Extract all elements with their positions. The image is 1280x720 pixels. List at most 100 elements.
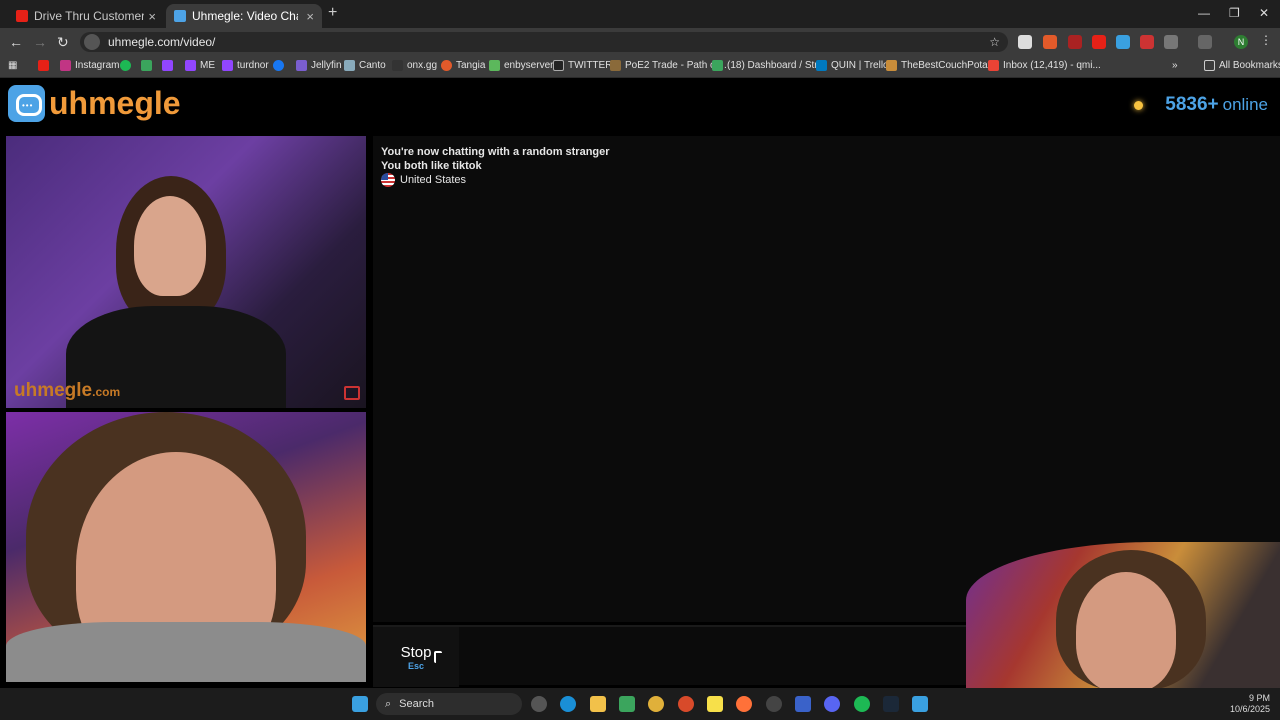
close-window-icon[interactable]: ✕ bbox=[1259, 6, 1269, 20]
youtube-icon bbox=[16, 10, 28, 22]
extension-youtube-icon[interactable] bbox=[1092, 35, 1106, 49]
dashboard-icon bbox=[712, 60, 723, 71]
bookmark-onxgg[interactable]: onx.gg bbox=[392, 60, 437, 71]
video-watermark: uhmegle.com bbox=[14, 380, 120, 402]
status-dot-icon bbox=[1134, 100, 1144, 110]
restore-icon[interactable]: ❐ bbox=[1229, 6, 1240, 20]
close-tab-icon[interactable]: × bbox=[148, 9, 156, 24]
country-name: United States bbox=[400, 174, 467, 186]
system-clock[interactable]: 9 PM 10/6/2025 bbox=[1230, 693, 1270, 715]
edge-icon[interactable] bbox=[560, 696, 576, 712]
browser-tab-bar: Drive Thru Customers are Getti × Uhmegle… bbox=[0, 0, 1280, 28]
search-label: Search bbox=[399, 698, 435, 710]
watermark-suffix: .com bbox=[92, 385, 121, 399]
bookmark-enbyserver[interactable]: enbyserver bbox=[489, 60, 553, 71]
bookmark-trello[interactable]: QUIN | Trello bbox=[816, 60, 889, 71]
bookmark-tangia[interactable]: Tangia bbox=[441, 60, 485, 71]
stranger-face bbox=[134, 196, 206, 296]
extension-blue-icon[interactable] bbox=[1116, 35, 1130, 49]
bookmark-instagram[interactable]: Instagram bbox=[60, 60, 119, 71]
back-icon[interactable]: ← bbox=[9, 34, 23, 50]
trello-icon bbox=[816, 60, 827, 71]
all-bookmarks-folder[interactable]: All Bookmarks bbox=[1204, 60, 1280, 71]
apps-grid-icon[interactable]: ▦ bbox=[8, 60, 17, 71]
bookmark-dashboard[interactable]: (18) Dashboard / Str... bbox=[712, 60, 825, 71]
address-text: uhmegle.com/video/ bbox=[108, 35, 216, 49]
forward-icon[interactable]: → bbox=[33, 34, 47, 50]
extensions-puzzle-icon[interactable] bbox=[1164, 35, 1178, 49]
extension-k-icon[interactable] bbox=[1018, 35, 1032, 49]
app-play-icon[interactable] bbox=[619, 696, 635, 712]
bookmark-turdnor[interactable]: turdnor bbox=[222, 60, 269, 71]
notepad-icon[interactable] bbox=[912, 696, 928, 712]
us-flag-icon bbox=[381, 173, 395, 187]
youtube-icon bbox=[38, 60, 49, 71]
overlay-face bbox=[1076, 572, 1176, 688]
bookmark-label: All Bookmarks bbox=[1219, 60, 1280, 71]
extension-tp-icon[interactable] bbox=[1140, 35, 1154, 49]
bookmark-label: QUIN | Trello bbox=[831, 60, 889, 71]
bookmark-twitch[interactable] bbox=[162, 60, 177, 71]
stranger-video: uhmegle.com bbox=[6, 136, 366, 408]
folder-icon bbox=[1204, 60, 1215, 71]
extension-fox-icon[interactable] bbox=[1043, 35, 1057, 49]
bookmark-label: Tangia bbox=[456, 60, 486, 71]
steam-icon[interactable] bbox=[883, 696, 899, 712]
report-flag-icon[interactable] bbox=[344, 386, 360, 400]
discord-icon[interactable] bbox=[824, 696, 840, 712]
bookmark-me[interactable]: ME bbox=[185, 60, 215, 71]
extension-red-icon[interactable] bbox=[1068, 35, 1082, 49]
bookmark-facebook[interactable] bbox=[273, 60, 288, 71]
bookmark-couchpotato[interactable]: TheBestCouchPotat... bbox=[886, 60, 999, 71]
bookmark-spotify[interactable] bbox=[120, 60, 135, 71]
tab-youtube[interactable]: Drive Thru Customers are Getti × bbox=[8, 4, 164, 28]
bookmark-poe2[interactable]: PoE2 Trade - Path of... bbox=[610, 60, 727, 71]
self-video bbox=[6, 412, 366, 682]
couchpotato-icon bbox=[886, 60, 897, 71]
app-dark-icon[interactable] bbox=[766, 696, 782, 712]
spotify-icon[interactable] bbox=[854, 696, 870, 712]
reload-icon[interactable]: ↻ bbox=[57, 34, 69, 51]
bookmark-green[interactable] bbox=[141, 60, 156, 71]
twitch-icon bbox=[222, 60, 233, 71]
task-view-icon[interactable] bbox=[531, 696, 547, 712]
app-blue-icon[interactable] bbox=[795, 696, 811, 712]
self-shirt bbox=[6, 622, 366, 682]
close-tab-icon[interactable]: × bbox=[306, 9, 314, 24]
address-bar[interactable]: uhmegle.com/video/ ☆ bbox=[80, 32, 1008, 52]
site-logo[interactable]: ••• uhmegle bbox=[8, 85, 181, 122]
sidepanel-icon[interactable] bbox=[1198, 35, 1212, 49]
bookmark-canto[interactable]: Canto bbox=[344, 60, 386, 71]
bookmark-star-icon[interactable]: ☆ bbox=[989, 35, 1000, 49]
bookmark-jellyfin[interactable]: Jellyfin bbox=[296, 60, 342, 71]
tab-title: Uhmegle: Video Chat | Ome bbox=[192, 9, 298, 23]
sticky-notes-icon[interactable] bbox=[707, 696, 723, 712]
bookmark-label: TWITTER bbox=[568, 60, 613, 71]
stop-button[interactable]: Stop Esc bbox=[373, 627, 459, 687]
profile-avatar[interactable]: N bbox=[1234, 35, 1248, 49]
bookmark-youtube[interactable] bbox=[38, 60, 53, 71]
bookmark-label: ME bbox=[200, 60, 215, 71]
firefox-icon[interactable] bbox=[736, 696, 752, 712]
bookmark-twitter[interactable]: TWITTER bbox=[553, 60, 612, 71]
onx-icon bbox=[392, 60, 403, 71]
bookmark-inbox[interactable]: Inbox (12,419) - qmi... bbox=[988, 60, 1101, 71]
tab-uhmegle[interactable]: Uhmegle: Video Chat | Ome × bbox=[166, 4, 322, 28]
search-icon: ⌕ bbox=[385, 697, 392, 710]
site-info-icon[interactable] bbox=[84, 34, 100, 50]
app-icon bbox=[141, 60, 152, 71]
spotify-icon bbox=[120, 60, 131, 71]
twitch-icon bbox=[162, 60, 173, 71]
bookmark-label: (18) Dashboard / Str... bbox=[727, 60, 826, 71]
file-explorer-icon[interactable] bbox=[590, 696, 606, 712]
chrome-icon[interactable] bbox=[648, 696, 664, 712]
new-tab-icon[interactable]: + bbox=[328, 4, 337, 22]
minimize-icon[interactable]: — bbox=[1198, 6, 1210, 20]
windows-start-icon[interactable] bbox=[352, 696, 368, 712]
menu-kebab-icon[interactable]: ⋮ bbox=[1260, 33, 1274, 47]
more-bookmarks-icon[interactable]: » bbox=[1172, 60, 1178, 71]
taskbar-search[interactable]: ⌕ Search bbox=[376, 693, 522, 715]
canto-icon bbox=[344, 60, 355, 71]
bookmarks-bar: ▦ Instagram ME turdnor Jellyfin Canto on… bbox=[0, 56, 1280, 78]
app-red-icon[interactable] bbox=[678, 696, 694, 712]
